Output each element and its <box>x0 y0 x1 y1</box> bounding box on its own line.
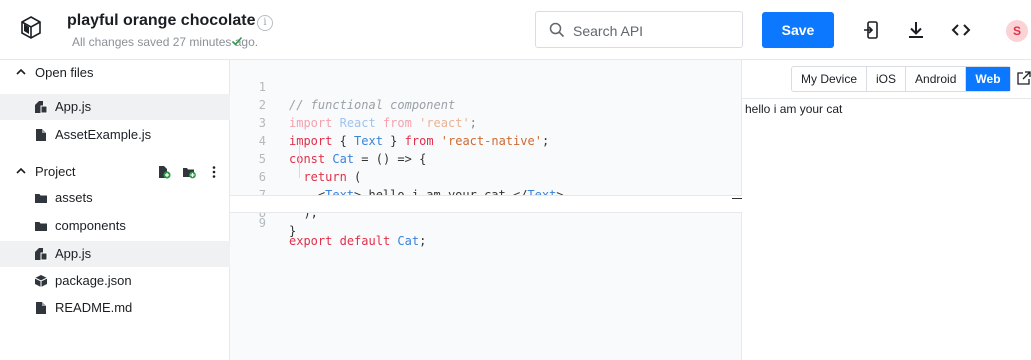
project-item-app-js[interactable]: App.js <box>0 241 230 267</box>
file-icon <box>36 302 46 314</box>
device-login-icon[interactable] <box>862 20 882 40</box>
top-bar: playful orange chocolate i All changes s… <box>0 0 1031 60</box>
project-item-components[interactable]: components <box>0 213 230 239</box>
new-folder-icon[interactable] <box>182 165 196 179</box>
code-line-7[interactable]: 7 ); <box>230 168 742 220</box>
project-label: Project <box>35 164 76 179</box>
code-line-1[interactable]: 1 // functional component <box>230 60 742 112</box>
tab-android[interactable]: Android <box>906 67 967 91</box>
open-files-label: Open files <box>35 65 94 80</box>
folder-icon <box>35 222 47 231</box>
new-file-icon[interactable] <box>157 165 171 179</box>
js-file-icon <box>35 101 48 114</box>
project-header[interactable]: Project <box>0 159 230 185</box>
code-line-6[interactable]: 6 <Text> hello i am your cat </Text> <box>230 150 742 202</box>
project-item-assets[interactable]: assets <box>0 185 230 211</box>
search-placeholder: Search API <box>573 23 644 39</box>
file-label: components <box>55 218 126 233</box>
save-button[interactable]: Save <box>762 12 834 48</box>
check-icon <box>231 36 243 46</box>
indent-guide <box>299 144 300 178</box>
open-files-header[interactable]: Open files <box>0 60 230 86</box>
popout-icon[interactable] <box>1017 71 1031 85</box>
snack-logo-icon[interactable] <box>20 16 42 42</box>
info-icon[interactable]: i <box>257 15 273 31</box>
tab-my-device[interactable]: My Device <box>792 67 868 91</box>
preview-pane: My Device iOS Android Web hello i am you… <box>742 60 1031 360</box>
tab-ios[interactable]: iOS <box>867 67 907 91</box>
open-file-assetexample-js[interactable]: AssetExample.js <box>0 122 230 148</box>
embed-code-icon[interactable] <box>951 20 971 40</box>
folder-icon <box>35 194 47 203</box>
file-label: AssetExample.js <box>55 127 152 142</box>
download-icon[interactable] <box>906 20 926 40</box>
platform-tabs: My Device iOS Android Web <box>791 66 1011 92</box>
search-api-input[interactable]: Search API <box>535 11 743 48</box>
chevron-up-icon <box>16 68 26 75</box>
editor-cursor <box>732 198 742 199</box>
chevron-up-icon <box>16 167 26 174</box>
search-icon <box>549 22 565 38</box>
code-editor[interactable]: 1 // functional component 2 import React… <box>230 60 742 360</box>
tab-web[interactable]: Web <box>966 67 1010 91</box>
file-label: App.js <box>55 246 92 261</box>
js-file-icon <box>35 248 48 261</box>
file-icon <box>36 129 46 141</box>
file-label: App.js <box>55 99 92 114</box>
project-title[interactable]: playful orange chocolate <box>67 12 255 30</box>
line-number: 9 <box>258 216 266 230</box>
file-sidebar: Open files App.js AssetExample.js Projec… <box>0 60 230 360</box>
code-line-9[interactable]: 9 export default Cat; <box>230 195 742 248</box>
more-options-icon[interactable] <box>207 165 221 179</box>
file-label: package.json <box>55 273 132 288</box>
file-label: README.md <box>55 300 133 315</box>
code-text: export default Cat; <box>289 234 427 248</box>
code-line-4[interactable]: 4 const Cat = () => { <box>230 114 742 166</box>
project-item-package-json[interactable]: package.json <box>0 268 230 294</box>
file-label: assets <box>55 190 93 205</box>
preview-divider <box>742 98 1031 99</box>
code-line-5[interactable]: 5 return ( <box>230 132 742 184</box>
code-line-2[interactable]: 2 import React from 'react'; <box>230 78 742 130</box>
avatar[interactable]: S <box>1006 20 1028 42</box>
open-file-app-js[interactable]: App.js <box>0 94 230 120</box>
package-icon <box>34 275 48 287</box>
project-item-readme-md[interactable]: README.md <box>0 295 230 321</box>
code-line-3[interactable]: 3 import { Text } from 'react-native'; <box>230 96 742 148</box>
preview-output-text: hello i am your cat <box>745 102 843 116</box>
